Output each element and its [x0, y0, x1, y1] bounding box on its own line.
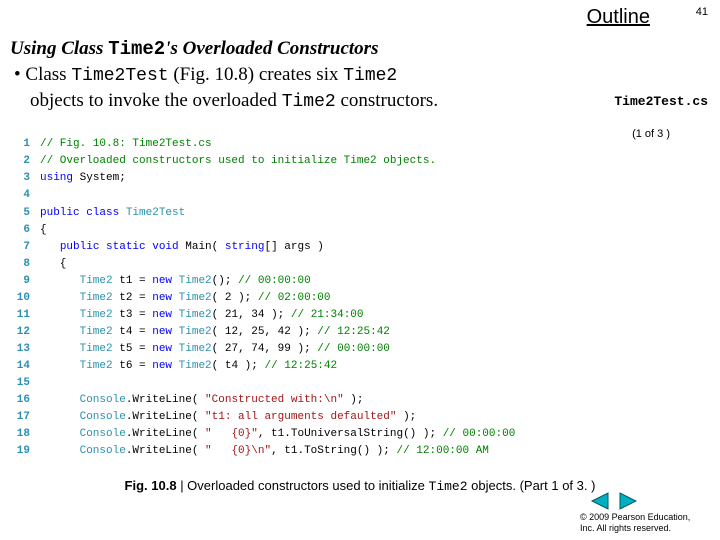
copyright: © 2009 Pearson Education, Inc. All right… — [580, 512, 710, 534]
heading-suffix: 's Overloaded Constructors — [165, 38, 378, 59]
part-label: (1 of 3 ) — [632, 128, 670, 140]
bullet-m1: Time2Test — [71, 66, 168, 86]
heading-prefix: Using Class — [10, 38, 108, 59]
copyright-l2: Inc. All rights reserved. — [580, 523, 671, 533]
bullet-m2: Time2 — [343, 66, 397, 86]
bullet-p3: objects to invoke the overloaded — [30, 90, 282, 111]
caption-t1: | Overloaded constructors used to initia… — [180, 478, 428, 493]
caption-t2: objects. (Part 1 of 3. ) — [468, 478, 596, 493]
heading-mono: Time2 — [108, 38, 165, 60]
bullet-m3: Time2 — [282, 92, 336, 112]
page-number: 41 — [696, 6, 708, 18]
bullet-p2: (Fig. 10.8) creates six — [169, 64, 344, 85]
section-heading: Using Class Time2's Overloaded Construct… — [10, 37, 710, 62]
bullet-p4: constructors. — [336, 90, 438, 111]
bullet-p1: Class — [25, 64, 71, 85]
caption-fig: Fig. 10.8 — [125, 478, 181, 493]
top-row: Outline — [10, 6, 710, 29]
outline-label: Outline — [587, 6, 650, 29]
figure-caption: Fig. 10.8 | Overloaded constructors used… — [100, 478, 620, 496]
filename-label: Time2Test.cs — [614, 94, 708, 109]
bullet-text: • Class Time2Test (Fig. 10.8) creates si… — [14, 62, 494, 115]
slide-page: Outline 41 Using Class Time2's Overloade… — [0, 0, 720, 540]
copyright-l1: © 2009 Pearson Education, — [580, 512, 690, 522]
code-listing: 1// Fig. 10.8: Time2Test.cs 2// Overload… — [8, 136, 710, 460]
caption-mono: Time2 — [429, 479, 468, 494]
